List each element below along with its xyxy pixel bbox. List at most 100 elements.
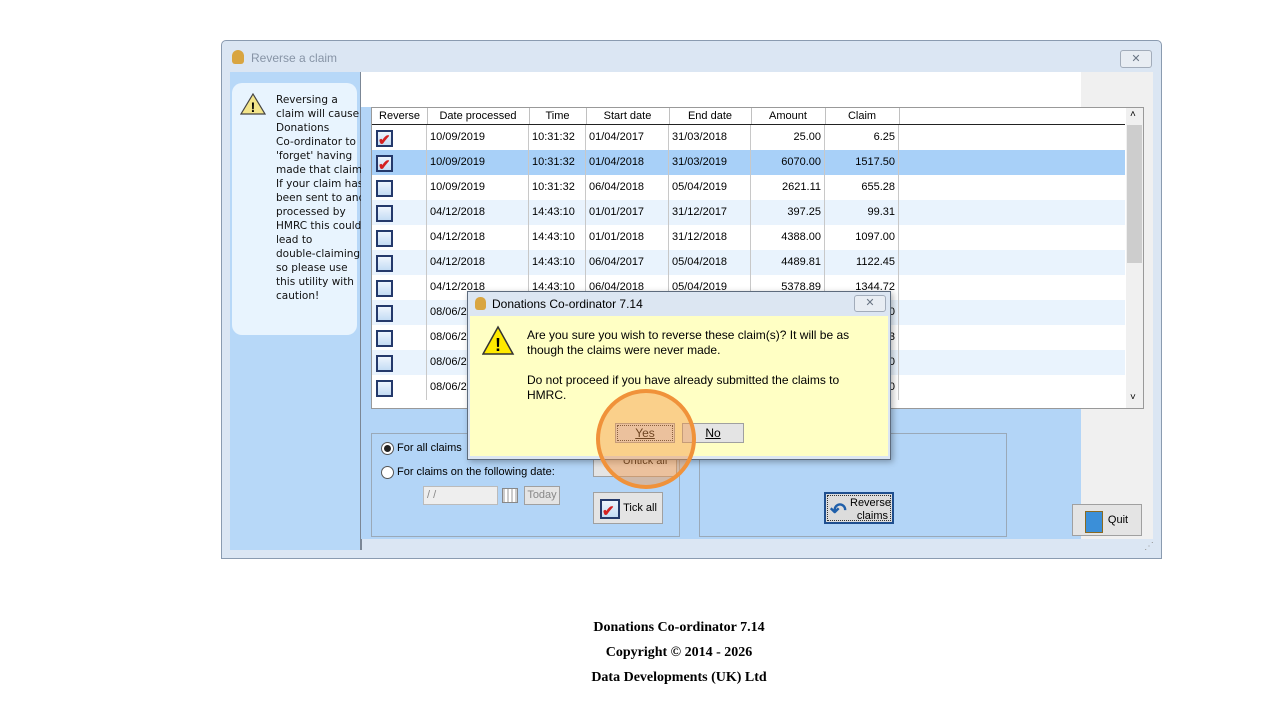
- time-cell: 14:43:10: [529, 225, 586, 250]
- reverse-checkbox[interactable]: [376, 230, 393, 247]
- reverse-cell: [372, 375, 427, 400]
- dialog-app-icon: [475, 297, 486, 310]
- dialog-title: Donations Co-ordinator 7.14: [492, 297, 643, 311]
- today-button[interactable]: Today: [524, 486, 560, 505]
- dialog-close-button[interactable]: ✕: [854, 295, 886, 312]
- tick-all-button[interactable]: Tick all: [593, 492, 663, 527]
- reverse-cell: [372, 150, 427, 175]
- window-title: Reverse a claim: [251, 51, 338, 65]
- reverse-cell: [372, 325, 427, 350]
- quit-label: Quit: [1107, 514, 1129, 526]
- table-row[interactable]: 10/09/2019 10:31:32 06/04/2018 05/04/2019 26…: [372, 175, 1125, 200]
- end-cell: 31/03/2019: [669, 150, 751, 175]
- amount-cell: 4489.81: [751, 250, 825, 275]
- time-cell: 14:43:10: [529, 250, 586, 275]
- date-cell: 04/12/2018: [427, 250, 529, 275]
- reverse-cell: [372, 275, 427, 300]
- scroll-thumb[interactable]: [1127, 125, 1142, 263]
- column-header-start-date[interactable]: Start date: [586, 108, 670, 125]
- amount-cell: 397.25: [751, 200, 825, 225]
- amount-cell: 2621.11: [751, 175, 825, 200]
- claim-cell: 655.28: [825, 175, 899, 200]
- window-close-button[interactable]: ✕: [1120, 50, 1152, 68]
- reverse-checkbox[interactable]: [376, 180, 393, 197]
- reverse-checkbox[interactable]: [376, 330, 393, 347]
- table-row[interactable]: 10/09/201910:31:3201/04/201731/03/201825…: [372, 125, 1125, 150]
- header-filler: [899, 108, 1125, 125]
- column-header-amount[interactable]: Amount: [751, 108, 826, 125]
- footer-product: Donations Co-ordinator 7.14: [593, 620, 765, 635]
- table-row[interactable]: 04/12/2018 14:43:10 06/04/2017 05/04/2018 44…: [372, 250, 1125, 275]
- svg-text:!: !: [495, 335, 501, 355]
- reverse-cell: [372, 300, 427, 325]
- footer-company: Data Developments (UK) Ltd: [591, 670, 767, 685]
- footer-copyright: Copyright © 2014 - 2026: [605, 645, 753, 660]
- date-input[interactable]: / /: [423, 486, 498, 505]
- warning-box: ! Reversing a claim will cause Donations…: [232, 83, 362, 335]
- tick-icon: [600, 497, 620, 527]
- reverse-cell: [372, 200, 427, 225]
- vertical-scrollbar[interactable]: ˄ ˅: [1126, 108, 1143, 408]
- end-cell: 31/12/2017: [669, 200, 751, 225]
- reverse-cell: [372, 250, 427, 275]
- time-cell: 10:31:32: [529, 125, 586, 150]
- reverse-checkbox[interactable]: [376, 153, 393, 175]
- reverse-cell: [372, 125, 427, 150]
- start-cell: 01/01/2018: [586, 225, 669, 250]
- end-cell: 31/03/2018: [669, 125, 751, 150]
- start-cell: 06/04/2017: [586, 250, 669, 275]
- exit-door-icon: [1085, 511, 1103, 533]
- svg-text:!: !: [251, 99, 256, 115]
- radio-on-date[interactable]: [381, 466, 394, 479]
- reverse-checkbox[interactable]: [376, 255, 393, 272]
- start-cell: 01/01/2017: [586, 200, 669, 225]
- date-cell: 10/09/2019: [427, 175, 529, 200]
- column-header-claim[interactable]: Claim: [825, 108, 900, 125]
- date-cell: 10/09/2019: [427, 150, 529, 175]
- table-row[interactable]: 04/12/2018 14:43:10 01/01/2017 31/12/2017 39…: [372, 200, 1125, 225]
- dialog-message-2: Do not proceed if you have already submi…: [527, 373, 840, 402]
- column-header-reverse[interactable]: Reverse: [372, 108, 428, 125]
- app-icon: [232, 50, 244, 64]
- reverse-checkbox[interactable]: [376, 205, 393, 222]
- amount-cell: 25.00: [751, 125, 825, 150]
- start-cell: 06/04/2018: [586, 175, 669, 200]
- reverse-checkbox[interactable]: [376, 128, 393, 150]
- claim-cell: 1097.00: [825, 225, 899, 250]
- resize-grip[interactable]: ⋰: [1144, 541, 1154, 552]
- reverse-cell: [372, 350, 427, 375]
- column-header-end-date[interactable]: End date: [669, 108, 752, 125]
- end-cell: 05/04/2018: [669, 250, 751, 275]
- quit-button[interactable]: Quit: [1072, 504, 1142, 536]
- reverse-checkbox[interactable]: [376, 380, 393, 397]
- claim-cell: 99.31: [825, 200, 899, 225]
- scroll-down-icon[interactable]: ˅: [1130, 392, 1136, 403]
- column-header-date-processed[interactable]: Date processed: [427, 108, 530, 125]
- warning-icon: !: [482, 325, 515, 355]
- column-header-time[interactable]: Time: [529, 108, 587, 125]
- reverse-checkbox[interactable]: [376, 305, 393, 322]
- end-cell: 31/12/2018: [669, 225, 751, 250]
- warning-panel: ! Reversing a claim will cause Donations…: [230, 72, 362, 550]
- time-cell: 10:31:32: [529, 175, 586, 200]
- warning-text: Reversing a claim will cause Donations C…: [276, 94, 362, 302]
- reverse-checkbox[interactable]: [376, 280, 393, 297]
- reverse-cell: [372, 175, 427, 200]
- amount-cell: 6070.00: [751, 150, 825, 175]
- claim-cell: 1122.45: [825, 250, 899, 275]
- end-cell: 05/04/2019: [669, 175, 751, 200]
- click-highlight-circle: [596, 389, 696, 489]
- claim-cell: 1517.50: [825, 150, 899, 175]
- reverse-checkbox[interactable]: [376, 355, 393, 372]
- table-row[interactable]: 10/09/201910:31:3201/04/201831/03/201960…: [372, 150, 1125, 175]
- scroll-up-icon[interactable]: ˄: [1130, 109, 1136, 120]
- claim-cell: 6.25: [825, 125, 899, 150]
- start-cell: 01/04/2018: [586, 150, 669, 175]
- radio-all-claims[interactable]: [381, 442, 394, 455]
- time-cell: 10:31:32: [529, 150, 586, 175]
- calendar-icon[interactable]: [502, 488, 518, 503]
- date-cell: 04/12/2018: [427, 200, 529, 225]
- table-row[interactable]: 04/12/2018 14:43:10 01/01/2018 31/12/2018 43…: [372, 225, 1125, 250]
- reverse-cell: [372, 225, 427, 250]
- tick-all-label: Tick all: [623, 502, 657, 514]
